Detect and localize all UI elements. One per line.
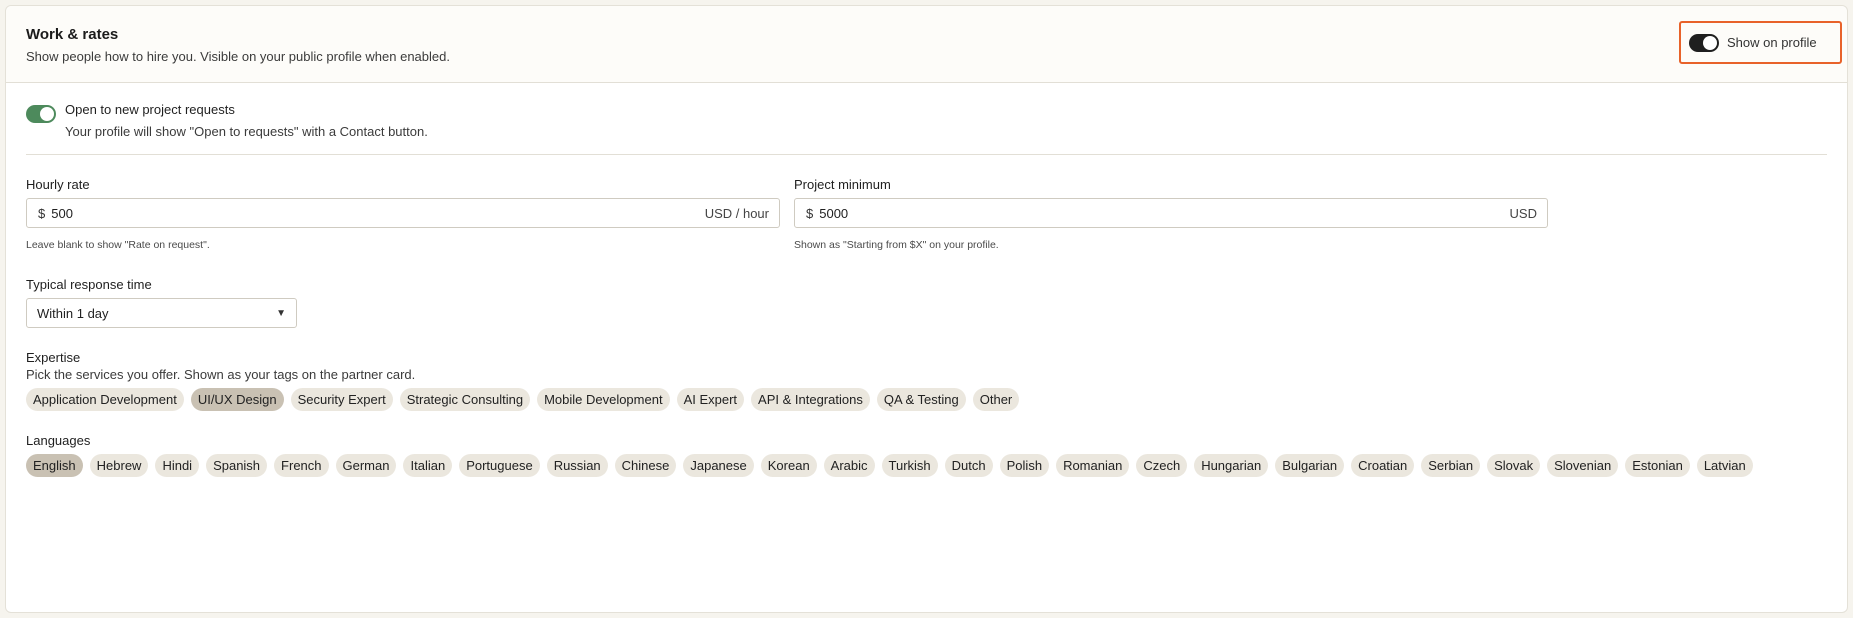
expertise-chip[interactable]: Security Expert [290, 388, 393, 411]
show-on-profile-label: Show on profile [1727, 35, 1817, 50]
language-chip[interactable]: Korean [760, 454, 817, 477]
expertise-label: Expertise [26, 350, 81, 365]
language-chip[interactable]: Croatian [1351, 454, 1415, 477]
expertise-chip[interactable]: API & Integrations [751, 388, 870, 411]
language-chip[interactable]: English [26, 454, 83, 477]
toggle-knob [40, 107, 54, 121]
hourly-rate-input[interactable]: $ 500 USD / hour [26, 198, 780, 228]
response-time-value: Within 1 day [37, 305, 109, 321]
project-minimum-value[interactable]: 5000 [819, 206, 1509, 221]
languages-chip-group: English Hebrew Hindi Spanish French German Ita… [26, 454, 1826, 477]
currency-symbol: $ [806, 205, 814, 221]
language-chip[interactable]: Slovak [1487, 454, 1541, 477]
expertise-chip[interactable]: UI/UX Design [190, 388, 284, 411]
language-chip[interactable]: Estonian [1625, 454, 1690, 477]
project-minimum-help: Shown as "Starting from $X" on your prof… [794, 239, 999, 251]
hourly-rate-value[interactable]: 500 [51, 206, 704, 221]
response-time-label: Typical response time [26, 277, 152, 292]
language-chip[interactable]: German [335, 454, 397, 477]
hourly-rate-label: Hourly rate [26, 177, 90, 192]
toggle-switch[interactable] [1689, 33, 1719, 52]
open-requests-description: Your profile will show "Open to requests… [65, 124, 428, 139]
language-chip[interactable]: Spanish [206, 454, 268, 477]
language-chip[interactable]: Slovenian [1547, 454, 1619, 477]
expertise-description: Pick the services you offer. Shown as yo… [26, 367, 416, 382]
language-chip[interactable]: French [274, 454, 329, 477]
work-rates-card: Work & rates Show people how to hire you… [5, 5, 1848, 613]
language-chip[interactable]: Romanian [1056, 454, 1130, 477]
language-chip[interactable]: Serbian [1421, 454, 1481, 477]
language-chip[interactable]: Polish [999, 454, 1050, 477]
section-subtitle: Show people how to hire you. Visible on … [26, 49, 450, 64]
open-requests-title: Open to new project requests [65, 102, 235, 117]
chevron-down-icon: ▼ [276, 307, 286, 319]
expertise-chip-group: Application Development UI/UX Design Secur… [26, 388, 1826, 411]
language-chip[interactable]: Hungarian [1194, 454, 1269, 477]
language-chip[interactable]: Chinese [614, 454, 677, 477]
expertise-chip[interactable]: Mobile Development [537, 388, 670, 411]
project-minimum-label: Project minimum [794, 177, 891, 192]
language-chip[interactable]: Hindi [155, 454, 200, 477]
language-chip[interactable]: Portuguese [459, 454, 540, 477]
open-requests-toggle[interactable] [26, 105, 56, 123]
divider [26, 154, 1827, 155]
expertise-chip[interactable]: Strategic Consulting [399, 388, 531, 411]
show-on-profile-toggle[interactable]: Show on profile [1679, 21, 1842, 64]
language-chip[interactable]: Arabic [823, 454, 875, 477]
toggle-knob [1703, 35, 1717, 50]
hourly-rate-unit: USD / hour [704, 205, 769, 221]
language-chip[interactable]: Turkish [881, 454, 938, 477]
expertise-chip[interactable]: AI Expert [676, 388, 745, 411]
language-chip[interactable]: Latvian [1696, 454, 1753, 477]
expertise-chip[interactable]: Application Development [26, 388, 184, 411]
section-header: Work & rates Show people how to hire you… [6, 6, 1847, 83]
language-chip[interactable]: Dutch [944, 454, 993, 477]
currency-symbol: $ [38, 205, 46, 221]
expertise-chip[interactable]: Other [972, 388, 1020, 411]
language-chip[interactable]: Hebrew [89, 454, 149, 477]
project-minimum-input[interactable]: $ 5000 USD [794, 198, 1548, 228]
hourly-rate-help: Leave blank to show "Rate on request". [26, 239, 210, 251]
project-minimum-unit: USD [1509, 205, 1537, 221]
languages-label: Languages [26, 433, 91, 448]
section-title: Work & rates [26, 26, 119, 43]
response-time-select[interactable]: Within 1 day ▼ [26, 298, 297, 328]
language-chip[interactable]: Czech [1136, 454, 1188, 477]
language-chip[interactable]: Italian [403, 454, 453, 477]
language-chip[interactable]: Russian [546, 454, 608, 477]
language-chip[interactable]: Japanese [683, 454, 754, 477]
language-chip[interactable]: Bulgarian [1275, 454, 1345, 477]
expertise-chip[interactable]: QA & Testing [876, 388, 966, 411]
